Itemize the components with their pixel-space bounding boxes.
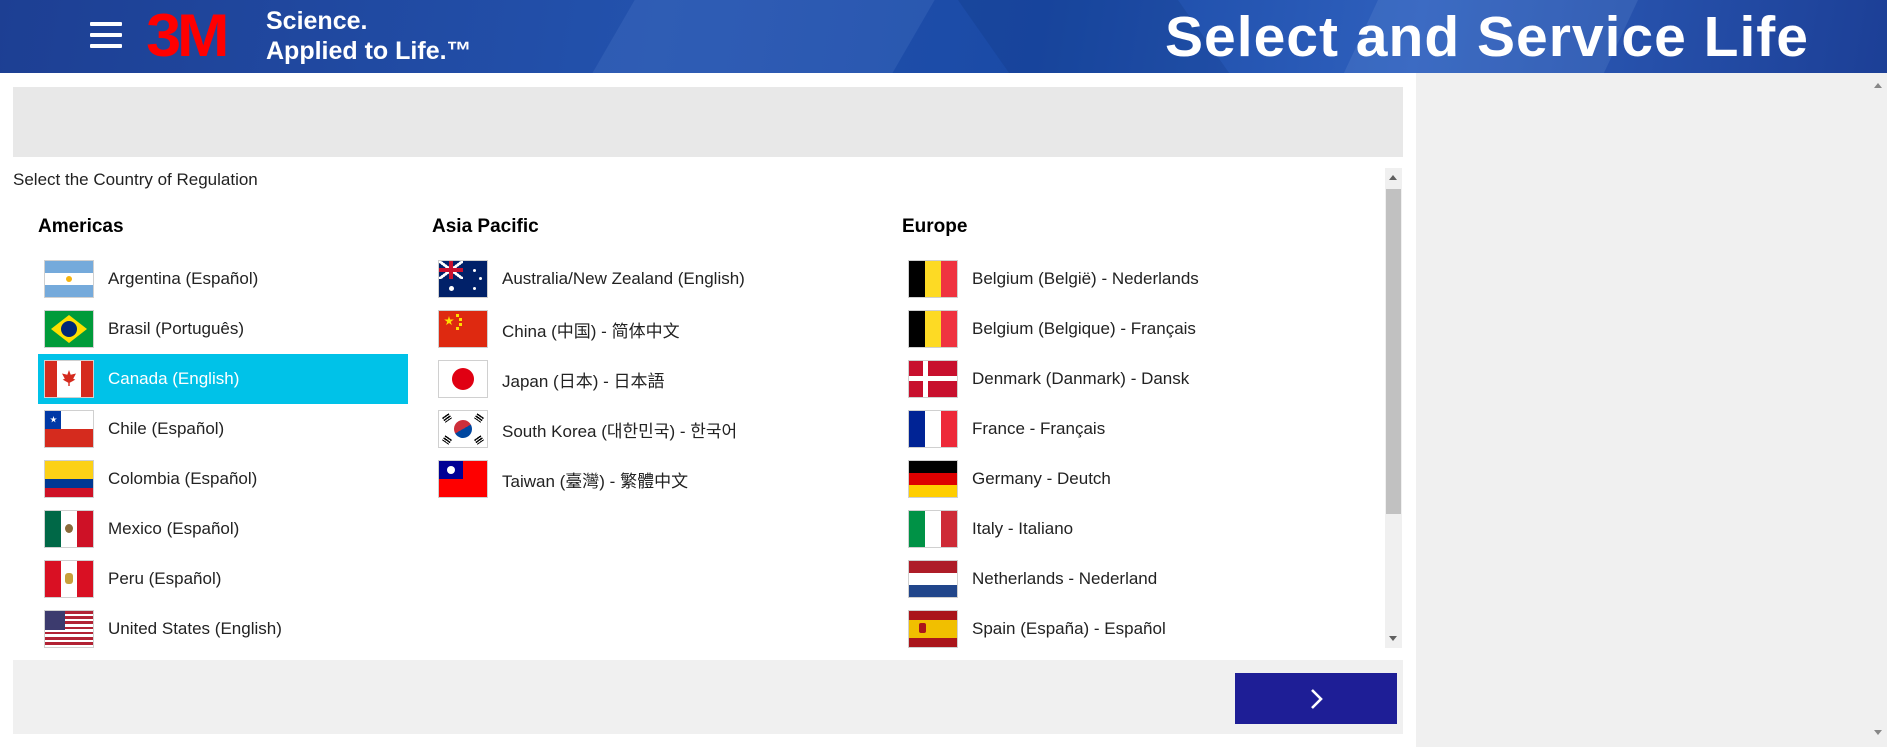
- italy-flag-icon: [908, 510, 958, 548]
- denmark-flag-icon: [908, 360, 958, 398]
- south-korea-flag-icon: [438, 410, 488, 448]
- info-banner: [13, 87, 1403, 157]
- list-scroll-thumb[interactable]: [1386, 189, 1401, 514]
- chevron-right-icon: [1311, 688, 1323, 709]
- country-option[interactable]: Peru (Español): [38, 554, 408, 604]
- country-list: Americas Asia Pacific Europe Argentina (…: [13, 168, 1401, 648]
- country-option[interactable]: Belgium (Belgique) - Français: [902, 304, 1342, 354]
- country-option[interactable]: Colombia (Español): [38, 454, 408, 504]
- belgium-flag-icon: [908, 260, 958, 298]
- brazil-flag-icon: [44, 310, 94, 348]
- belgium-flag-icon: [908, 310, 958, 348]
- hamburger-menu-icon[interactable]: [90, 22, 122, 50]
- japan-flag-icon: [438, 360, 488, 398]
- country-option[interactable]: Argentina (Español): [38, 254, 408, 304]
- next-button[interactable]: [1235, 673, 1397, 724]
- country-option[interactable]: Japan (日本) - 日本語: [432, 354, 872, 404]
- country-option-label: Taiwan (臺灣) - 繁體中文: [502, 471, 689, 491]
- tagline-line2: Applied to Life.™: [266, 37, 472, 65]
- scroll-down-arrow-icon[interactable]: [1874, 730, 1882, 735]
- country-option[interactable]: Italy - Italiano: [902, 504, 1342, 554]
- footer-bar: [13, 660, 1403, 734]
- country-option-label: Denmark (Danmark) - Dansk: [972, 369, 1190, 388]
- country-option[interactable]: Germany - Deutch: [902, 454, 1342, 504]
- country-option[interactable]: Chile (Español): [38, 404, 408, 454]
- country-option[interactable]: Australia/New Zealand (English): [432, 254, 872, 304]
- colombia-flag-icon: [44, 460, 94, 498]
- country-option-label: Australia/New Zealand (English): [502, 269, 745, 288]
- chile-flag-icon: [44, 410, 94, 448]
- app-header: 3M Science. Applied to Life.™ Select and…: [0, 0, 1887, 73]
- country-option[interactable]: Denmark (Danmark) - Dansk: [902, 354, 1342, 404]
- country-option-label: China (中国) - 简体中文: [502, 321, 680, 341]
- side-panel: [1416, 73, 1887, 747]
- country-option-label: Italy - Italiano: [972, 519, 1074, 538]
- country-option-label: Canada (English): [108, 369, 240, 388]
- region-heading-europe: Europe: [902, 216, 968, 237]
- germany-flag-icon: [908, 460, 958, 498]
- country-option[interactable]: France - Français: [902, 404, 1342, 454]
- country-option[interactable]: Brasil (Português): [38, 304, 408, 354]
- country-option-label: United States (English): [108, 619, 282, 638]
- country-option-label: Argentina (Español): [108, 269, 259, 288]
- country-option[interactable]: United States (English): [38, 604, 408, 648]
- country-option-label: South Korea (대한민국) - 한국어: [502, 421, 738, 441]
- tagline: Science. Applied to Life.™: [266, 6, 472, 66]
- country-option-label: Japan (日本) - 日本語: [502, 371, 665, 391]
- list-scrollbar[interactable]: [1385, 168, 1402, 648]
- country-option-label: France - Français: [972, 419, 1106, 438]
- page-scrollbar[interactable]: [1870, 73, 1887, 747]
- country-option[interactable]: South Korea (대한민국) - 한국어: [432, 404, 872, 454]
- spain-flag-icon: [908, 610, 958, 648]
- taiwan-flag-icon: [438, 460, 488, 498]
- list-scroll-up-icon[interactable]: [1389, 175, 1397, 180]
- country-option[interactable]: Netherlands - Nederland: [902, 554, 1342, 604]
- tagline-line1: Science.: [266, 7, 368, 35]
- netherlands-flag-icon: [908, 560, 958, 598]
- list-scroll-down-icon[interactable]: [1389, 636, 1397, 641]
- app-title: Select and Service Life: [1165, 5, 1809, 69]
- peru-flag-icon: [44, 560, 94, 598]
- country-option[interactable]: Taiwan (臺灣) - 繁體中文: [432, 454, 872, 504]
- argentina-flag-icon: [44, 260, 94, 298]
- country-option-label: Netherlands - Nederland: [972, 569, 1158, 588]
- country-option-label: Germany - Deutch: [972, 469, 1111, 488]
- country-option[interactable]: Mexico (Español): [38, 504, 408, 554]
- australia-flag-icon: [438, 260, 488, 298]
- country-option-label: Mexico (Español): [108, 519, 240, 538]
- country-option-label: Peru (Español): [108, 569, 222, 588]
- usa-flag-icon: [44, 610, 94, 648]
- country-option-label: Brasil (Português): [108, 319, 245, 338]
- country-option[interactable]: Belgium (België) - Nederlands: [902, 254, 1342, 304]
- country-option-label: Colombia (Español): [108, 469, 258, 488]
- canada-flag-icon: [44, 360, 94, 398]
- china-flag-icon: [438, 310, 488, 348]
- country-option[interactable]: China (中国) - 简体中文: [432, 304, 872, 354]
- country-option-label: Belgium (Belgique) - Français: [972, 319, 1196, 338]
- france-flag-icon: [908, 410, 958, 448]
- 3m-logo: 3M: [146, 2, 229, 69]
- country-option[interactable]: Canada (English): [38, 354, 408, 404]
- mexico-flag-icon: [44, 510, 94, 548]
- country-option-label: Chile (Español): [108, 419, 225, 438]
- region-heading-americas: Americas: [38, 216, 124, 237]
- country-option-label: Belgium (België) - Nederlands: [972, 269, 1199, 288]
- country-option[interactable]: Spain (España) - Español: [902, 604, 1342, 648]
- region-heading-asia-pacific: Asia Pacific: [432, 216, 539, 237]
- header-decoration: [542, 0, 958, 73]
- scroll-up-arrow-icon[interactable]: [1874, 83, 1882, 88]
- country-option-label: Spain (España) - Español: [972, 619, 1166, 638]
